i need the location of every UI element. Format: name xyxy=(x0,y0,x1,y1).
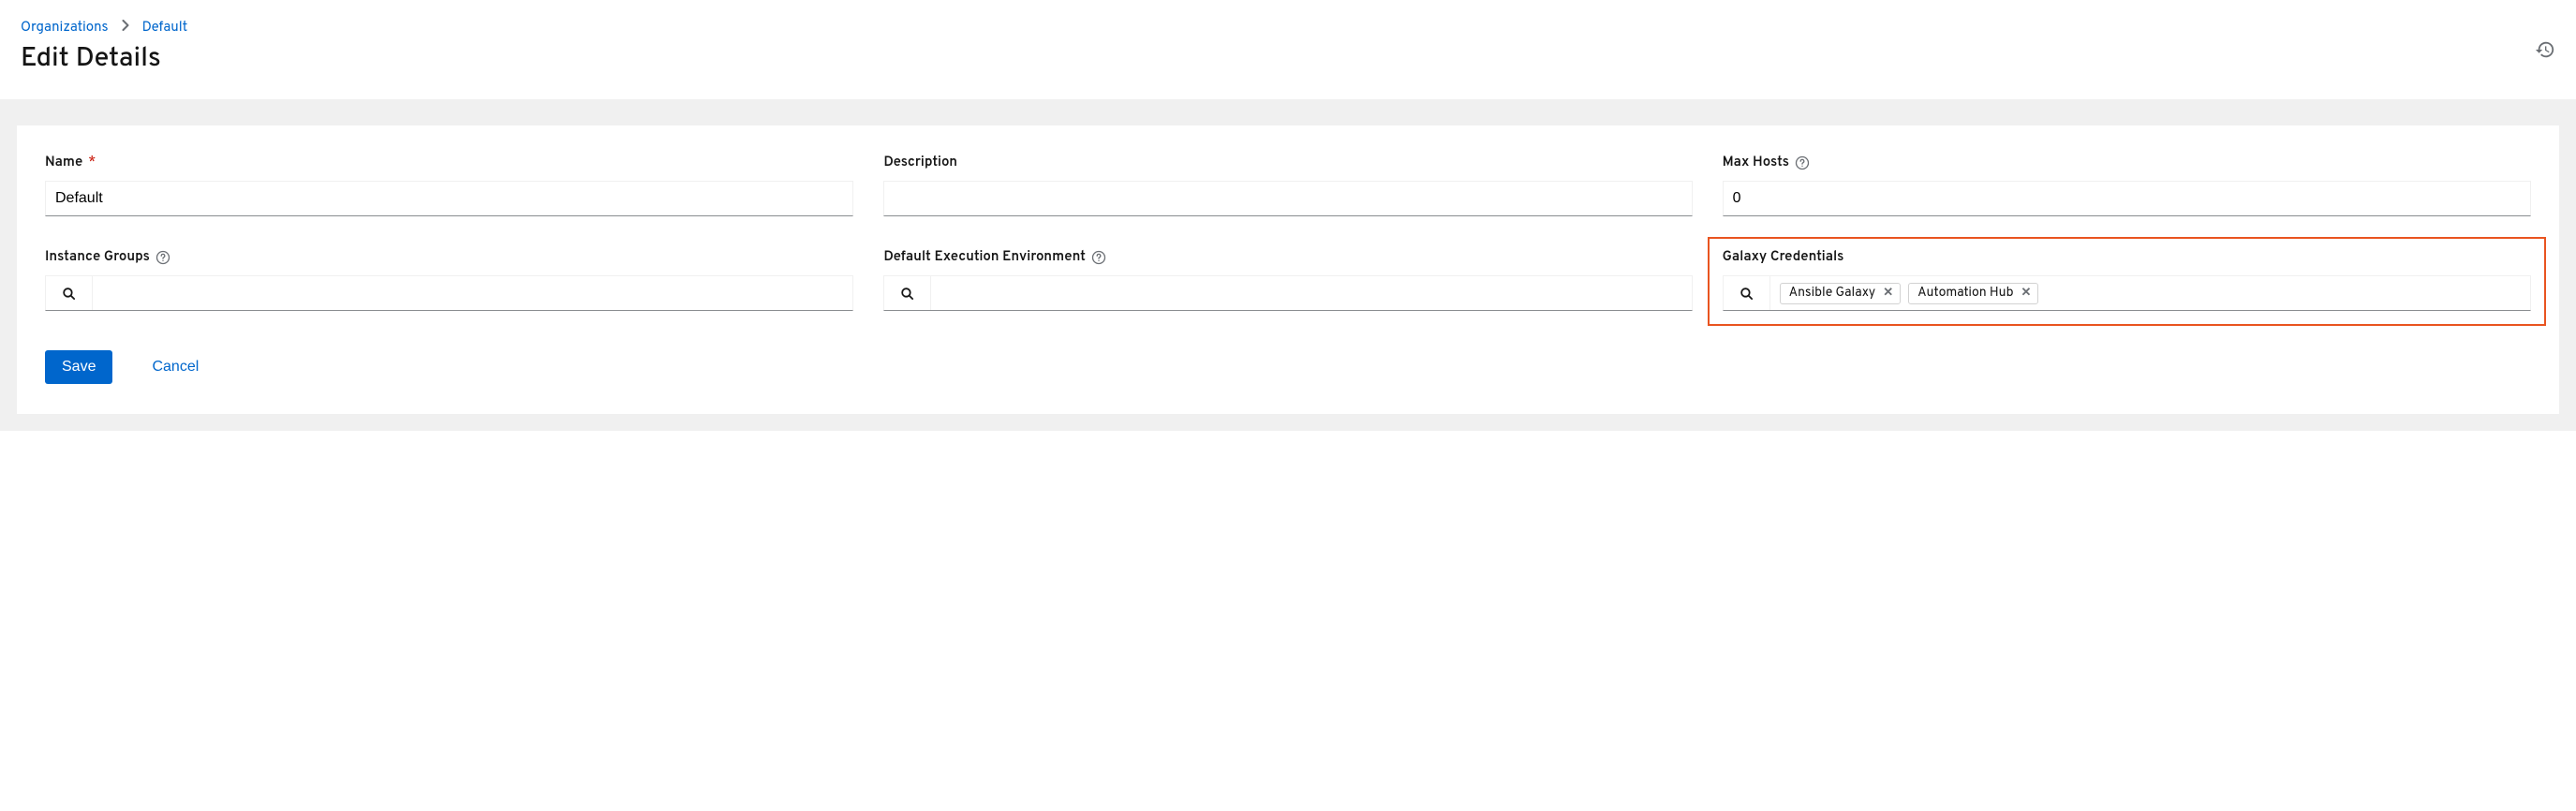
instance-groups-label: Instance Groups xyxy=(45,248,150,266)
form-grid: Name * Description Max Hosts xyxy=(45,154,2531,311)
name-group: Name * xyxy=(45,154,853,216)
description-group: Description xyxy=(883,154,1692,216)
description-input[interactable] xyxy=(883,181,1692,216)
form-actions: Save Cancel xyxy=(45,350,2531,384)
chip-label: Ansible Galaxy xyxy=(1789,286,1876,302)
page-title: Edit Details xyxy=(21,42,2555,77)
exec-env-chips[interactable] xyxy=(931,276,1691,310)
help-icon[interactable] xyxy=(1795,155,1810,170)
max-hosts-group: Max Hosts xyxy=(1723,154,2531,216)
save-button[interactable]: Save xyxy=(45,350,112,384)
galaxy-field: Ansible Galaxy ✕ Automation Hub ✕ xyxy=(1723,275,2531,311)
instance-groups-chips[interactable] xyxy=(93,276,852,310)
description-label: Description xyxy=(883,154,957,171)
chip-label: Automation Hub xyxy=(1917,286,2013,302)
exec-env-field xyxy=(883,275,1692,311)
page-header: Organizations Default Edit Details xyxy=(0,0,2576,99)
max-hosts-label: Max Hosts xyxy=(1723,154,1789,171)
instance-groups-field xyxy=(45,275,853,311)
required-indicator: * xyxy=(88,154,96,171)
search-icon[interactable] xyxy=(1724,276,1770,310)
galaxy-group: Galaxy Credentials Ansible Galaxy ✕ xyxy=(1723,248,2531,311)
max-hosts-input[interactable] xyxy=(1723,181,2531,216)
exec-env-group: Default Execution Environment xyxy=(883,248,1692,311)
name-label: Name xyxy=(45,154,82,171)
close-icon[interactable]: ✕ xyxy=(1883,288,1893,300)
chip-automation-hub: Automation Hub ✕ xyxy=(1908,283,2038,304)
galaxy-label: Galaxy Credentials xyxy=(1723,248,1844,266)
history-icon[interactable] xyxy=(2535,39,2555,66)
breadcrumb: Organizations Default xyxy=(21,19,2555,37)
chip-ansible-galaxy: Ansible Galaxy ✕ xyxy=(1780,283,1901,304)
name-input[interactable] xyxy=(45,181,853,216)
exec-env-label: Default Execution Environment xyxy=(883,248,1086,266)
form-card: Name * Description Max Hosts xyxy=(17,125,2559,414)
instance-groups-group: Instance Groups xyxy=(45,248,853,311)
content-wrapper: Name * Description Max Hosts xyxy=(0,99,2576,431)
breadcrumb-root-link[interactable]: Organizations xyxy=(21,19,109,37)
chevron-right-icon xyxy=(122,20,129,37)
galaxy-chips[interactable]: Ansible Galaxy ✕ Automation Hub ✕ xyxy=(1770,276,2530,310)
cancel-button[interactable]: Cancel xyxy=(152,359,199,376)
help-icon[interactable] xyxy=(155,250,170,265)
search-icon[interactable] xyxy=(884,276,931,310)
help-icon[interactable] xyxy=(1091,250,1106,265)
close-icon[interactable]: ✕ xyxy=(2021,288,2031,300)
galaxy-highlight-box: Galaxy Credentials Ansible Galaxy ✕ xyxy=(1708,237,2546,326)
search-icon[interactable] xyxy=(46,276,93,310)
breadcrumb-current-link[interactable]: Default xyxy=(142,19,188,37)
